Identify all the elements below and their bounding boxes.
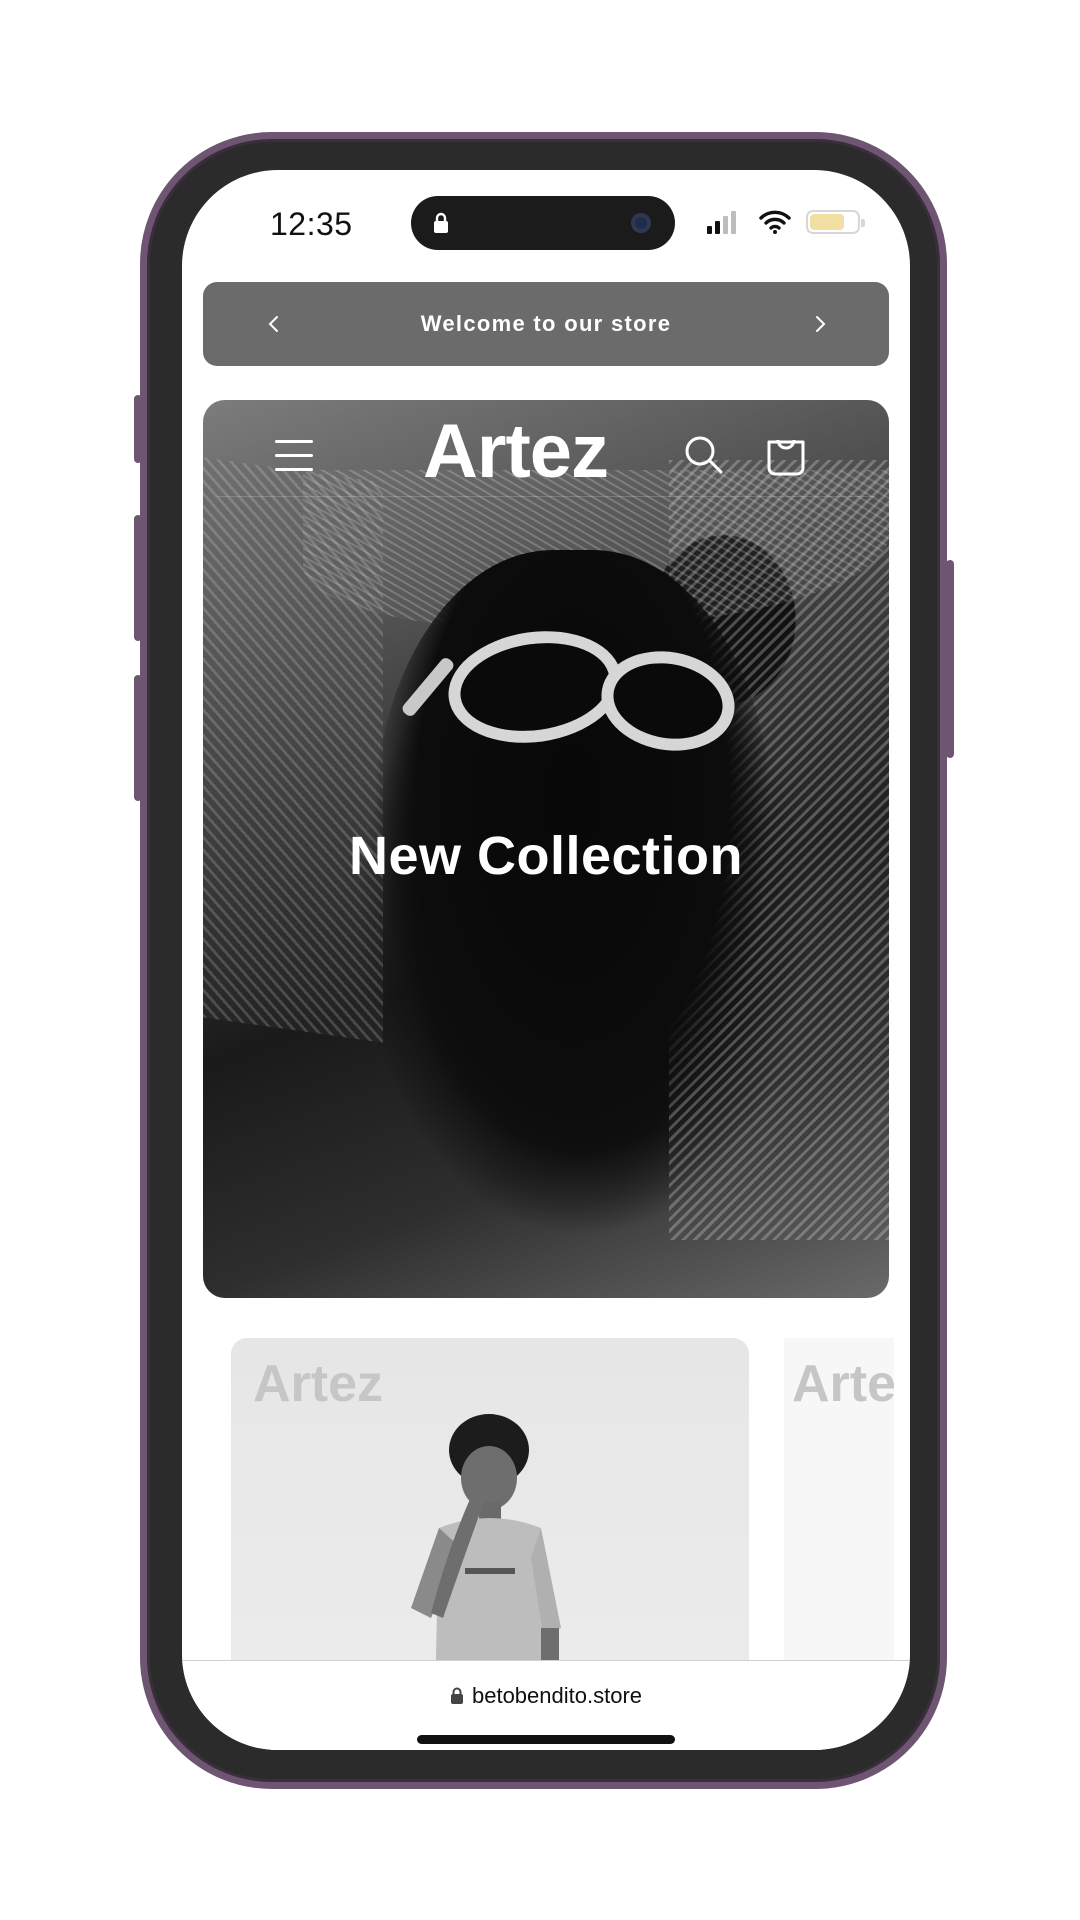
header-divider: [217, 496, 875, 497]
announcement-text: Welcome to our store: [420, 311, 672, 336]
battery-icon: [806, 210, 865, 234]
url-text: betobendito.store: [471, 1683, 643, 1708]
hero-image-lace: [203, 457, 383, 1043]
product-card-brand: Artez: [253, 1355, 384, 1413]
chevron-right-icon[interactable]: [805, 309, 835, 339]
store-logo[interactable]: Artez: [423, 408, 609, 495]
status-time: 12:35: [270, 206, 353, 242]
wifi-icon: [759, 210, 791, 234]
phone-power-button: [946, 560, 954, 758]
home-indicator[interactable]: [417, 1735, 675, 1744]
url-display[interactable]: betobendito.store: [182, 1683, 910, 1709]
announcement-bar: Welcome to our store: [203, 282, 889, 366]
product-card-brand: Artez: [792, 1355, 894, 1413]
phone-screen: 12:35 Welcome to our store Artez New Col…: [182, 170, 910, 1750]
lock-icon: [434, 212, 448, 233]
dynamic-island: [411, 196, 675, 250]
phone-volume-down-button: [134, 675, 142, 801]
phone-action-button: [134, 395, 142, 463]
status-icons: [707, 210, 867, 240]
chevron-left-icon[interactable]: [259, 309, 289, 339]
menu-icon[interactable]: [275, 438, 313, 472]
search-icon[interactable]: [681, 432, 727, 478]
cellular-signal-icon: [707, 211, 736, 234]
lock-icon: [450, 1687, 463, 1704]
hero-banner[interactable]: Artez New Collection: [203, 400, 889, 1298]
hero-title: New Collection: [348, 826, 744, 886]
camera-icon: [631, 213, 651, 233]
cart-icon[interactable]: [765, 428, 807, 478]
phone-volume-up-button: [134, 515, 142, 641]
